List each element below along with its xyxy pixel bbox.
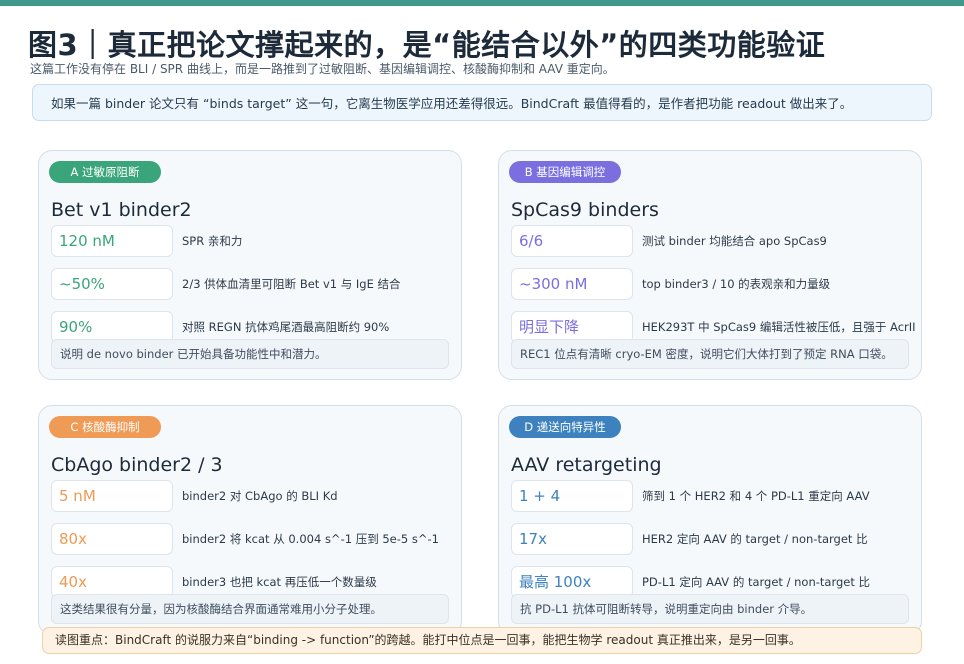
metric-description: HEK293T 中 SpCas9 编辑活性被压低，且强于 AcrII C3 (642, 320, 917, 334)
card-badge: B 基因编辑调控 (509, 161, 621, 183)
metric-description: 2/3 供体血清里可阻断 Bet v1 与 IgE 结合 (182, 277, 401, 291)
card-delivery-targeting: D 递送向特异性 AAV retargeting 1 + 4 筛到 1 个 HE… (498, 405, 922, 635)
metric-description: 对照 REGN 抗体鸡尾酒最高阻断约 90% (182, 320, 390, 334)
card-title: SpCas9 binders (511, 199, 659, 221)
metric-description: SPR 亲和力 (182, 234, 243, 248)
metric-description: 测试 binder 均能结合 apo SpCas9 (642, 234, 827, 248)
metric-description: 筛到 1 个 HER2 和 4 个 PD-L1 重定向 AAV (642, 489, 870, 503)
metric-value: 6/6 (511, 225, 633, 257)
card-note: 说明 de novo binder 已开始具备功能性中和潜力。 (51, 339, 449, 369)
card-note: REC1 位点有清晰 cryo-EM 密度，说明它们大体打到了预定 RNA 口袋… (511, 339, 909, 369)
metric-description: PD-L1 定向 AAV 的 target / non-target 比 (642, 575, 871, 589)
card-note: 抗 PD-L1 抗体可阻断转导，说明重定向由 binder 介导。 (511, 594, 909, 624)
metric-value: 120 nM (51, 225, 173, 257)
metric-description: binder3 也把 kcat 再压低一个数量级 (182, 575, 377, 589)
card-title: AAV retargeting (511, 454, 662, 476)
card-allergen-blocking: A 过敏原阻断 Bet v1 binder2 120 nM SPR 亲和力 ~5… (38, 150, 462, 380)
intro-callout: 如果一篇 binder 论文只有 “binds target” 这一句，它离生物… (32, 84, 932, 121)
metric-description: HER2 定向 AAV 的 target / non-target 比 (642, 532, 868, 546)
card-title: CbAgo binder2 / 3 (51, 454, 223, 476)
metric-description: binder2 对 CbAgo 的 BLI Kd (182, 489, 338, 503)
accent-bar (0, 0, 964, 6)
metric-value: 17x (511, 523, 633, 555)
card-badge: D 递送向特异性 (509, 416, 621, 438)
takeaway-text: 读图重点：BindCraft 的说服力来自“binding -> functio… (55, 633, 801, 647)
page-subtitle: 这篇工作没有停在 BLI / SPR 曲线上，而是一路推到了过敏阻断、基因编辑调… (30, 62, 615, 76)
metric-value: 80x (51, 523, 173, 555)
card-title: Bet v1 binder2 (51, 199, 192, 221)
takeaway-banner: 读图重点：BindCraft 的说服力来自“binding -> functio… (42, 627, 922, 654)
metric-description: top binder3 / 10 的表观亲和力量级 (642, 277, 831, 291)
metric-description: binder2 将 kcat 从 0.004 s^-1 压到 5e-5 s^-1 (182, 532, 439, 546)
card-badge: A 过敏原阻断 (49, 161, 161, 183)
metric-value: ~50% (51, 268, 173, 300)
metric-value: 5 nM (51, 480, 173, 512)
metric-value: ~300 nM (511, 268, 633, 300)
card-badge: C 核酸酶抑制 (49, 416, 161, 438)
metric-value: 1 + 4 (511, 480, 633, 512)
card-nuclease-inhibition: C 核酸酶抑制 CbAgo binder2 / 3 5 nM binder2 对… (38, 405, 462, 635)
intro-callout-text: 如果一篇 binder 论文只有 “binds target” 这一句，它离生物… (51, 96, 853, 111)
page-title: 图3｜真正把论文撑起来的，是“能结合以外”的四类功能验证 (28, 28, 826, 62)
card-note: 这类结果很有分量，因为核酸酶结合界面通常难用小分子处理。 (51, 594, 449, 624)
card-gene-editing: B 基因编辑调控 SpCas9 binders 6/6 测试 binder 均能… (498, 150, 922, 380)
